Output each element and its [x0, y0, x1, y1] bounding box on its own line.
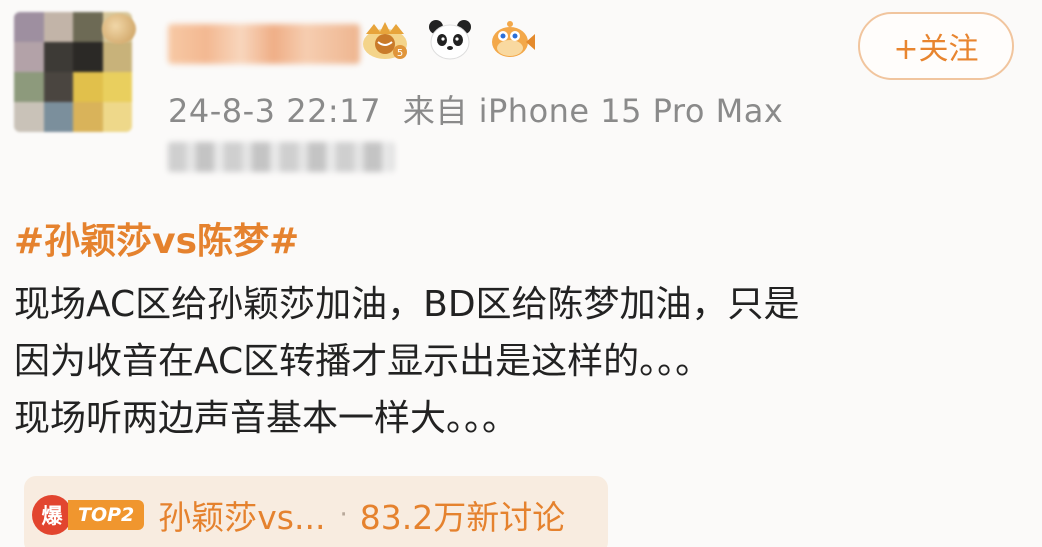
- follow-button[interactable]: +关注: [858, 12, 1014, 80]
- post-body-line: 现场听两边声音基本一样大。。。: [14, 398, 519, 439]
- crown-badge-icon: 5: [358, 18, 412, 62]
- user-badges: 5: [358, 18, 536, 62]
- post-body-line: 因为收音在AC区转播才显示出是这样的。。。: [14, 341, 712, 382]
- username-blurred[interactable]: [168, 24, 360, 64]
- follow-label: +关注: [893, 32, 979, 67]
- topic-name: 孙颖莎vs...: [158, 498, 326, 537]
- verified-badge-icon: [102, 14, 136, 44]
- trending-topic-bar[interactable]: 爆 TOP2 孙颖莎vs... · 83.2万新讨论: [24, 476, 608, 547]
- pufferfish-icon: [488, 18, 536, 62]
- hot-icon: 爆: [32, 495, 72, 535]
- post-body: 现场AC区给孙颖莎加油，BD区给陈梦加油，只是 因为收音在AC区转播才显示出是这…: [14, 276, 1024, 447]
- post-meta: 24-8-3 22:17 来自 iPhone 15 Pro Max: [168, 86, 783, 132]
- rank-tag: TOP2: [68, 500, 145, 530]
- post-time: 24-8-3 22:17: [168, 92, 381, 130]
- topic-separator: ·: [339, 500, 348, 530]
- post-source: 来自 iPhone 15 Pro Max: [402, 92, 784, 130]
- weibo-post-card: 5 +关注 24-8-3 22:17 来自 iPhone 15 Pro Max …: [0, 0, 1042, 547]
- blurred-subline: [168, 142, 394, 172]
- svg-text:5: 5: [397, 48, 403, 59]
- panda-icon: [426, 18, 474, 62]
- hashtag-link[interactable]: #孙颖莎vs陈梦#: [14, 212, 299, 264]
- post-body-line: 现场AC区给孙颖莎加油，BD区给陈梦加油，只是: [14, 284, 800, 325]
- discussion-count: 83.2万新讨论: [359, 498, 566, 537]
